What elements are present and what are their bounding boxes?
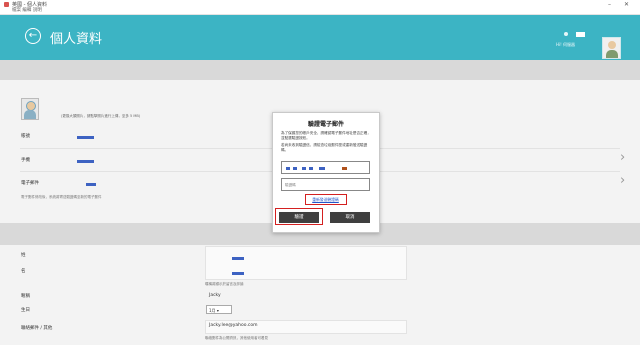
nickname-label: 暱稱: [21, 294, 30, 299]
app-icon: [4, 2, 9, 7]
account-value-redacted: [77, 136, 94, 139]
menu-bar[interactable]: 檔案 編輯 說明: [12, 7, 42, 13]
back-arrow-icon[interactable]: ←: [25, 28, 41, 44]
phone-label: 手機: [21, 158, 30, 163]
email-label: 電子郵件: [21, 181, 39, 186]
email-input[interactable]: [281, 161, 370, 174]
email-value-redacted: [86, 183, 96, 186]
header-tools-label: Hi! 伺服器: [556, 42, 575, 47]
verification-code-input[interactable]: 驗證碼: [281, 178, 370, 191]
verify-button[interactable]: 驗證: [279, 212, 319, 223]
window-titlebar: 英國 - 個人資料 檔案 編輯 說明 – ✕: [0, 0, 640, 15]
dialog-description-2: 若尚未收到驗證信，請檢查垃圾郵件匣或重新發送驗證碼。: [281, 143, 368, 152]
resend-code-link[interactable]: 重新發送驗證碼: [306, 197, 345, 203]
menu-icon[interactable]: [576, 32, 585, 37]
phone-value-redacted: [77, 160, 94, 163]
nickname-note: 暱稱將顯示於留言及評論: [205, 282, 244, 286]
surname-label: 姓: [21, 253, 26, 258]
dialog-title: 驗證電子郵件: [307, 121, 344, 128]
birthday-select[interactable]: 1月 ▾: [206, 305, 232, 314]
notification-icon[interactable]: [564, 32, 568, 36]
email-note: 電子郵件修改後，系統將寄送驗證碼至新的電子郵件: [21, 195, 102, 199]
birthday-label: 生日: [21, 308, 30, 313]
header-tools[interactable]: Hi! 伺服器: [556, 29, 596, 53]
close-icon[interactable]: ✕: [624, 1, 629, 8]
contact-note: 聯絡郵件為公開資訊，其他使用者可看見: [205, 336, 268, 340]
verify-email-dialog: 驗證電子郵件 為了保護您的帳戶安全，請確認電子郵件地址是否正確，並點選驗證按鈕。…: [272, 112, 380, 233]
email-chevron-icon[interactable]: ›: [620, 173, 625, 188]
given-name-label: 名: [21, 269, 26, 274]
given-name-value-redacted: [232, 272, 244, 275]
dialog-description: 為了保護您的帳戶安全，請確認電子郵件地址是否正確，並點選驗證按鈕。: [281, 131, 371, 140]
cancel-button[interactable]: 取消: [330, 212, 370, 223]
contact-value[interactable]: Jacky.lee@yahoo.com: [209, 323, 258, 328]
app-header: ← 個人資料 Hi! 伺服器: [0, 15, 640, 60]
contact-label: 聯絡郵件 / 其他: [21, 326, 53, 331]
avatar-caption: (更換大頭照片，請點擊照片進行上傳，至多 5 MB): [61, 114, 141, 118]
page-title: 個人資料: [50, 32, 103, 47]
minimize-icon[interactable]: –: [608, 1, 611, 8]
surname-value-redacted: [232, 257, 244, 260]
resend-highlight: 重新發送驗證碼: [305, 194, 347, 205]
nickname-value[interactable]: Jacky: [209, 293, 221, 298]
section-band-top: [0, 60, 640, 80]
user-avatar[interactable]: [602, 37, 621, 59]
phone-chevron-icon[interactable]: ›: [620, 150, 625, 165]
account-label: 帳號: [21, 134, 30, 139]
profile-avatar[interactable]: [21, 98, 39, 120]
